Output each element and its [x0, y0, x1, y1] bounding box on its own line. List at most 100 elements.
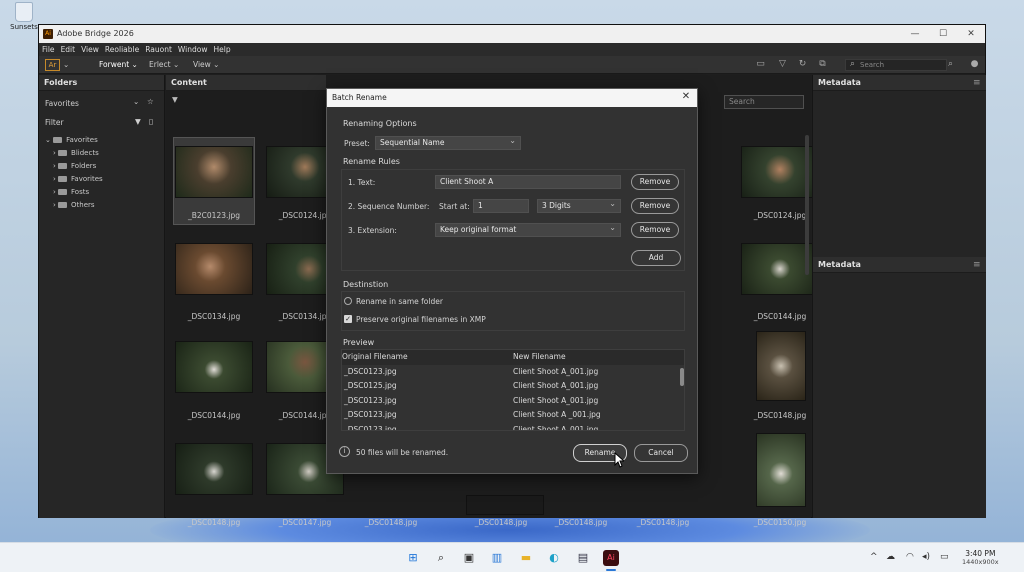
rename-same-folder-label: Rename in same folder	[356, 297, 443, 306]
recycle-bin-icon[interactable]: Sunsets	[6, 2, 42, 40]
toolbar-view[interactable]: View ⌄	[193, 60, 219, 69]
remove-rule2-button[interactable]: Remove	[631, 198, 679, 214]
tree-item-fosts[interactable]: › Fosts	[53, 188, 89, 196]
start-icon[interactable]: ⊞	[405, 550, 421, 566]
status-text: 50 files will be renamed.	[356, 448, 449, 457]
add-rule-button[interactable]: Add	[631, 250, 681, 266]
thumbnail-caption: _DSC0144.jpg	[187, 411, 241, 420]
original-name: _DSC0123.jpg	[344, 395, 397, 405]
menu-icon[interactable]: ≡	[973, 260, 981, 270]
col-new-header: New Filename	[513, 352, 566, 361]
menu-icon[interactable]: ≡	[973, 78, 981, 88]
rule3-label: 3. Extension:	[348, 226, 397, 235]
tree-item-favorites[interactable]: ⌄ Favorites	[45, 136, 98, 144]
file-explorer-icon[interactable]: ▬	[518, 550, 534, 566]
tree-item-others[interactable]: › Others	[53, 201, 95, 209]
folder-icon	[58, 176, 68, 182]
menu-help[interactable]: Help	[210, 43, 233, 56]
bridge-app-icon[interactable]: Ai	[603, 550, 619, 566]
thumbnail[interactable]	[175, 146, 253, 204]
start-at-input[interactable]: 1	[473, 199, 529, 213]
folders-panel: Folders Favorites ⌄ ☆ Filter ▼ ▯ ⌄ Favor…	[39, 75, 165, 518]
preview-scrollbar[interactable]	[680, 368, 684, 386]
folder-icon	[53, 137, 63, 143]
metadata-header-2[interactable]: Metadata	[813, 257, 986, 273]
settings-icon[interactable]: ●	[969, 59, 980, 70]
preset-dropdown[interactable]: Sequential Name	[375, 135, 521, 150]
renaming-options-heading: Renaming Options	[343, 119, 417, 128]
task-view-icon[interactable]: ▣	[461, 550, 477, 566]
refresh-icon[interactable]: ↻	[797, 59, 808, 70]
widgets-icon[interactable]: ▥	[489, 550, 505, 566]
star-icon[interactable]: ☆	[147, 97, 154, 106]
minimize-button[interactable]: —	[901, 27, 929, 41]
thumbnail[interactable]	[175, 341, 253, 399]
remove-rule1-button[interactable]: Remove	[631, 174, 679, 190]
search-icon[interactable]: ⌕	[433, 550, 449, 566]
cloud-icon[interactable]: ☁	[886, 552, 895, 562]
top-search-input[interactable]: Search	[845, 59, 947, 71]
recycle-bin-label: Sunsets	[10, 23, 38, 31]
metadata-header[interactable]: Metadata	[813, 75, 986, 91]
folder-icon[interactable]: ▭	[755, 59, 766, 70]
filter-icon[interactable]: ▼	[135, 117, 141, 126]
toolbar-erlect[interactable]: Erlect ⌄	[149, 60, 179, 69]
tree-item-folders[interactable]: › Folders	[53, 162, 96, 170]
edge-icon[interactable]: ◐	[546, 550, 562, 566]
battery-icon[interactable]: ▭	[940, 552, 949, 562]
digits-dropdown[interactable]: 3 Digits	[537, 198, 621, 213]
table-row: _DSC0123.jpg Client Shoot A_001.jpg	[342, 365, 684, 380]
tree-label: Others	[71, 201, 95, 209]
favorites-label[interactable]: Favorites	[45, 99, 79, 108]
destination-heading: Destinstion	[343, 280, 389, 289]
menu-window[interactable]: Window	[175, 43, 211, 56]
preview-heading: Preview	[343, 338, 375, 347]
wifi-icon[interactable]: ◠	[906, 552, 914, 562]
tree-item-blidects[interactable]: › Blidects	[53, 149, 99, 157]
maximize-button[interactable]: ☐	[929, 27, 957, 41]
col-original-header: Original Filename	[342, 352, 408, 361]
thumbnail[interactable]	[466, 495, 544, 515]
filter-icon[interactable]: ▼	[172, 95, 178, 104]
photo	[756, 433, 806, 507]
cancel-button[interactable]: Cancel	[634, 444, 688, 462]
menu-file[interactable]: File	[39, 43, 58, 56]
tree-item-favorites2[interactable]: › Favorites	[53, 175, 103, 183]
chevron-down-icon[interactable]: ⌄	[133, 97, 139, 106]
toolbar-forwent[interactable]: Forwent ⌄	[99, 60, 138, 69]
photo	[175, 146, 253, 198]
trash-icon[interactable]: ▯	[149, 117, 153, 126]
app-switcher[interactable]: Ar	[45, 59, 60, 71]
thumbnail[interactable]	[756, 433, 806, 509]
export-icon[interactable]: ⧉	[817, 59, 828, 70]
scrollbar[interactable]	[805, 135, 809, 275]
search-button-icon[interactable]: ⌕	[945, 59, 956, 70]
rule1-text-input[interactable]: Client Shoot A	[435, 175, 621, 189]
thumbnail[interactable]	[175, 443, 253, 501]
menu-rauont[interactable]: Rauont	[142, 43, 175, 56]
menu-edit[interactable]: Edit	[58, 43, 79, 56]
menu-reoliable[interactable]: Reoliable	[102, 43, 142, 56]
clock[interactable]: 3:40 PM 1440x900x	[962, 549, 999, 566]
content-header[interactable]: Content	[166, 75, 326, 91]
content-search-input[interactable]: Search	[724, 95, 804, 109]
thumbnail-caption: _DSC0148.jpg	[554, 518, 608, 527]
menu-view[interactable]: View	[78, 43, 102, 56]
chevron-down-icon[interactable]: ⌄	[63, 60, 69, 69]
close-window-button[interactable]: ✕	[957, 27, 985, 41]
extension-dropdown[interactable]: Keep original format	[435, 222, 621, 237]
preserve-xmp-checkbox[interactable]: ✓	[344, 315, 352, 323]
thumbnail[interactable]	[175, 243, 253, 301]
store-icon[interactable]: ▤	[575, 550, 591, 566]
thumbnail[interactable]	[756, 331, 806, 407]
dialog-title: Batch Rename	[327, 89, 697, 107]
folders-header[interactable]: Folders	[39, 75, 164, 91]
info-icon: i	[339, 446, 350, 457]
close-icon[interactable]: ✕	[680, 91, 692, 102]
volume-icon[interactable]: ◂)	[922, 552, 930, 562]
rename-same-folder-radio[interactable]	[344, 297, 352, 305]
remove-rule3-button[interactable]: Remove	[631, 222, 679, 238]
chevron-up-icon[interactable]: ^	[870, 552, 878, 562]
filter-icon[interactable]: ▽	[777, 59, 788, 70]
active-app-indicator	[606, 569, 616, 571]
